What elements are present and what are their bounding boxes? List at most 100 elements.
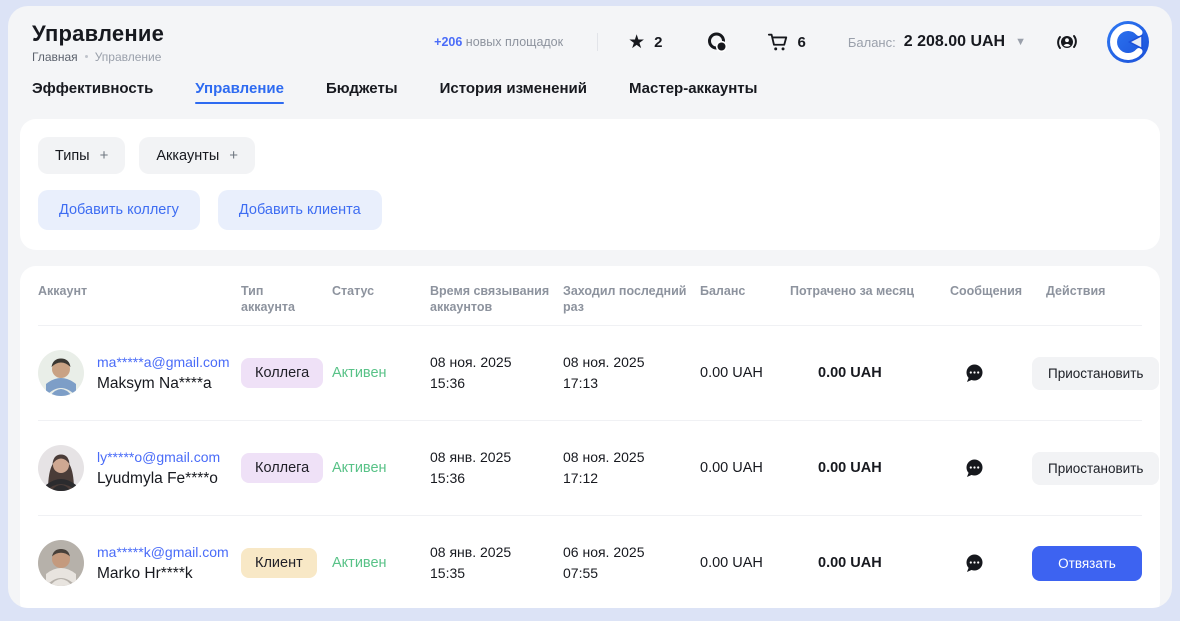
col-balance: Баланс	[700, 283, 790, 299]
last-seen-date: 06 ноя. 2025	[563, 542, 700, 563]
table-row: ma*****k@gmail.com Marko Hr****k Клиент …	[38, 515, 1142, 608]
suspend-button[interactable]: Приостановить	[1032, 357, 1159, 390]
col-type: Тип аккаунта	[241, 283, 332, 315]
last-seen-time: 07:55	[563, 563, 700, 584]
type-badge: Клиент	[241, 548, 317, 578]
message-icon	[964, 458, 985, 479]
col-linked: Время связывания аккаунтов	[430, 283, 563, 315]
accounts-table: Аккаунт Тип аккаунта Статус Время связыв…	[20, 266, 1160, 608]
filter-button-row: Добавить коллегу Добавить клиента	[38, 190, 1142, 230]
account-name: Maksym Na****a	[97, 373, 229, 395]
cart-icon	[767, 31, 789, 53]
spent-cell: 0.00 UAH	[790, 365, 950, 381]
brand-logo[interactable]	[1106, 20, 1150, 64]
new-sites-link[interactable]: +206 новых площадок	[434, 35, 563, 49]
account-text: ma*****k@gmail.com Marko Hr****k	[97, 542, 229, 585]
filter-chip-types-label: Типы	[55, 148, 90, 164]
table-row: ma*****a@gmail.com Maksym Na****a Коллег…	[38, 325, 1142, 420]
linked-time-cell: 08 ноя. 2025 15:36	[430, 352, 563, 394]
col-spent: Потрачено за месяц	[790, 283, 950, 299]
breadcrumb-home[interactable]: Главная	[32, 50, 78, 64]
table-header-row: Аккаунт Тип аккаунта Статус Время связыв…	[38, 268, 1142, 325]
star-icon: ★	[628, 33, 645, 52]
tab-master-accounts[interactable]: Мастер-аккаунты	[629, 80, 757, 109]
chat-cloud-button[interactable]	[705, 30, 729, 54]
account-email[interactable]: ma*****k@gmail.com	[97, 542, 229, 563]
cart-count: 6	[798, 34, 806, 51]
messages-cell	[950, 458, 1032, 479]
message-button[interactable]	[964, 363, 985, 384]
linked-time-cell: 08 янв. 2025 15:36	[430, 447, 563, 489]
unlink-button[interactable]: Отвязать	[1032, 546, 1142, 581]
type-badge: Коллега	[241, 453, 323, 483]
linked-time-cell: 08 янв. 2025 15:35	[430, 542, 563, 584]
col-messages: Сообщения	[950, 283, 1032, 299]
plus-icon: +	[229, 147, 238, 164]
message-icon	[964, 553, 985, 574]
filter-chip-types[interactable]: Типы +	[38, 137, 125, 174]
linked-time: 15:36	[430, 373, 563, 394]
type-cell: Коллега	[241, 453, 332, 483]
balance-dropdown[interactable]: Баланс: 2 208.00 UAH ▼	[848, 33, 1026, 51]
message-button[interactable]	[964, 553, 985, 574]
add-colleague-button[interactable]: Добавить коллегу	[38, 190, 200, 230]
chat-cloud-icon	[705, 30, 729, 54]
actions-cell: Приостановить	[1032, 452, 1159, 485]
balance-cell: 0.00 UAH	[700, 460, 790, 476]
account-email[interactable]: ma*****a@gmail.com	[97, 352, 229, 373]
cart-metric[interactable]: 6	[767, 31, 806, 53]
col-actions: Действия	[1032, 283, 1142, 299]
actions-cell: Приостановить	[1032, 357, 1159, 390]
favorites-metric[interactable]: ★ 2	[628, 33, 662, 52]
col-account: Аккаунт	[38, 283, 241, 299]
status-badge: Активен	[332, 555, 430, 571]
avatar	[38, 350, 84, 396]
last-seen-date: 08 ноя. 2025	[563, 352, 700, 373]
account-name: Marko Hr****k	[97, 563, 229, 585]
last-seen-cell: 08 ноя. 2025 17:13	[563, 352, 700, 394]
account-email[interactable]: ly*****o@gmail.com	[97, 447, 220, 468]
tab-management[interactable]: Управление	[195, 80, 284, 109]
last-seen-time: 17:12	[563, 468, 700, 489]
add-client-button[interactable]: Добавить клиента	[218, 190, 382, 230]
tab-budgets[interactable]: Бюджеты	[326, 80, 398, 109]
balance-cell: 0.00 UAH	[700, 365, 790, 381]
account-text: ma*****a@gmail.com Maksym Na****a	[97, 352, 229, 395]
last-seen-cell: 06 ноя. 2025 07:55	[563, 542, 700, 584]
breadcrumb-separator	[85, 55, 88, 58]
tab-bar: Эффективность Управление Бюджеты История…	[8, 70, 1172, 109]
breadcrumb-current: Управление	[95, 50, 162, 64]
linked-date: 08 ноя. 2025	[430, 352, 563, 373]
spent-cell: 0.00 UAH	[790, 460, 950, 476]
suspend-button[interactable]: Приостановить	[1032, 452, 1159, 485]
type-badge: Коллега	[241, 358, 323, 388]
linked-time: 15:36	[430, 468, 563, 489]
filter-chip-accounts-label: Аккаунты	[156, 148, 219, 164]
messages-cell	[950, 553, 1032, 574]
balance-label: Баланс:	[848, 35, 896, 50]
col-last-seen: Заходил последний раз	[563, 283, 700, 315]
type-cell: Коллега	[241, 358, 332, 388]
app-surface: Управление Главная Управление +206 новых…	[8, 6, 1172, 608]
table-row: ly*****o@gmail.com Lyudmyla Fe****o Колл…	[38, 420, 1142, 515]
actions-cell: Отвязать	[1032, 546, 1142, 581]
message-button[interactable]	[964, 458, 985, 479]
notification-button[interactable]	[1054, 29, 1080, 55]
plus-icon: +	[100, 147, 109, 164]
user-notification-icon	[1054, 29, 1080, 55]
page-title: Управление	[32, 21, 164, 47]
filter-chip-accounts[interactable]: Аккаунты +	[139, 137, 255, 174]
tab-history[interactable]: История изменений	[440, 80, 587, 109]
type-cell: Клиент	[241, 548, 332, 578]
avatar	[38, 445, 84, 491]
account-name: Lyudmyla Fe****o	[97, 468, 220, 490]
tab-effectiveness[interactable]: Эффективность	[32, 80, 153, 109]
breadcrumb: Главная Управление	[32, 50, 164, 64]
last-seen-time: 17:13	[563, 373, 700, 394]
balance-value: 2 208.00 UAH	[904, 33, 1005, 51]
col-status: Статус	[332, 283, 430, 299]
favorites-count: 2	[654, 34, 662, 51]
message-icon	[964, 363, 985, 384]
linked-time: 15:35	[430, 563, 563, 584]
last-seen-date: 08 ноя. 2025	[563, 447, 700, 468]
